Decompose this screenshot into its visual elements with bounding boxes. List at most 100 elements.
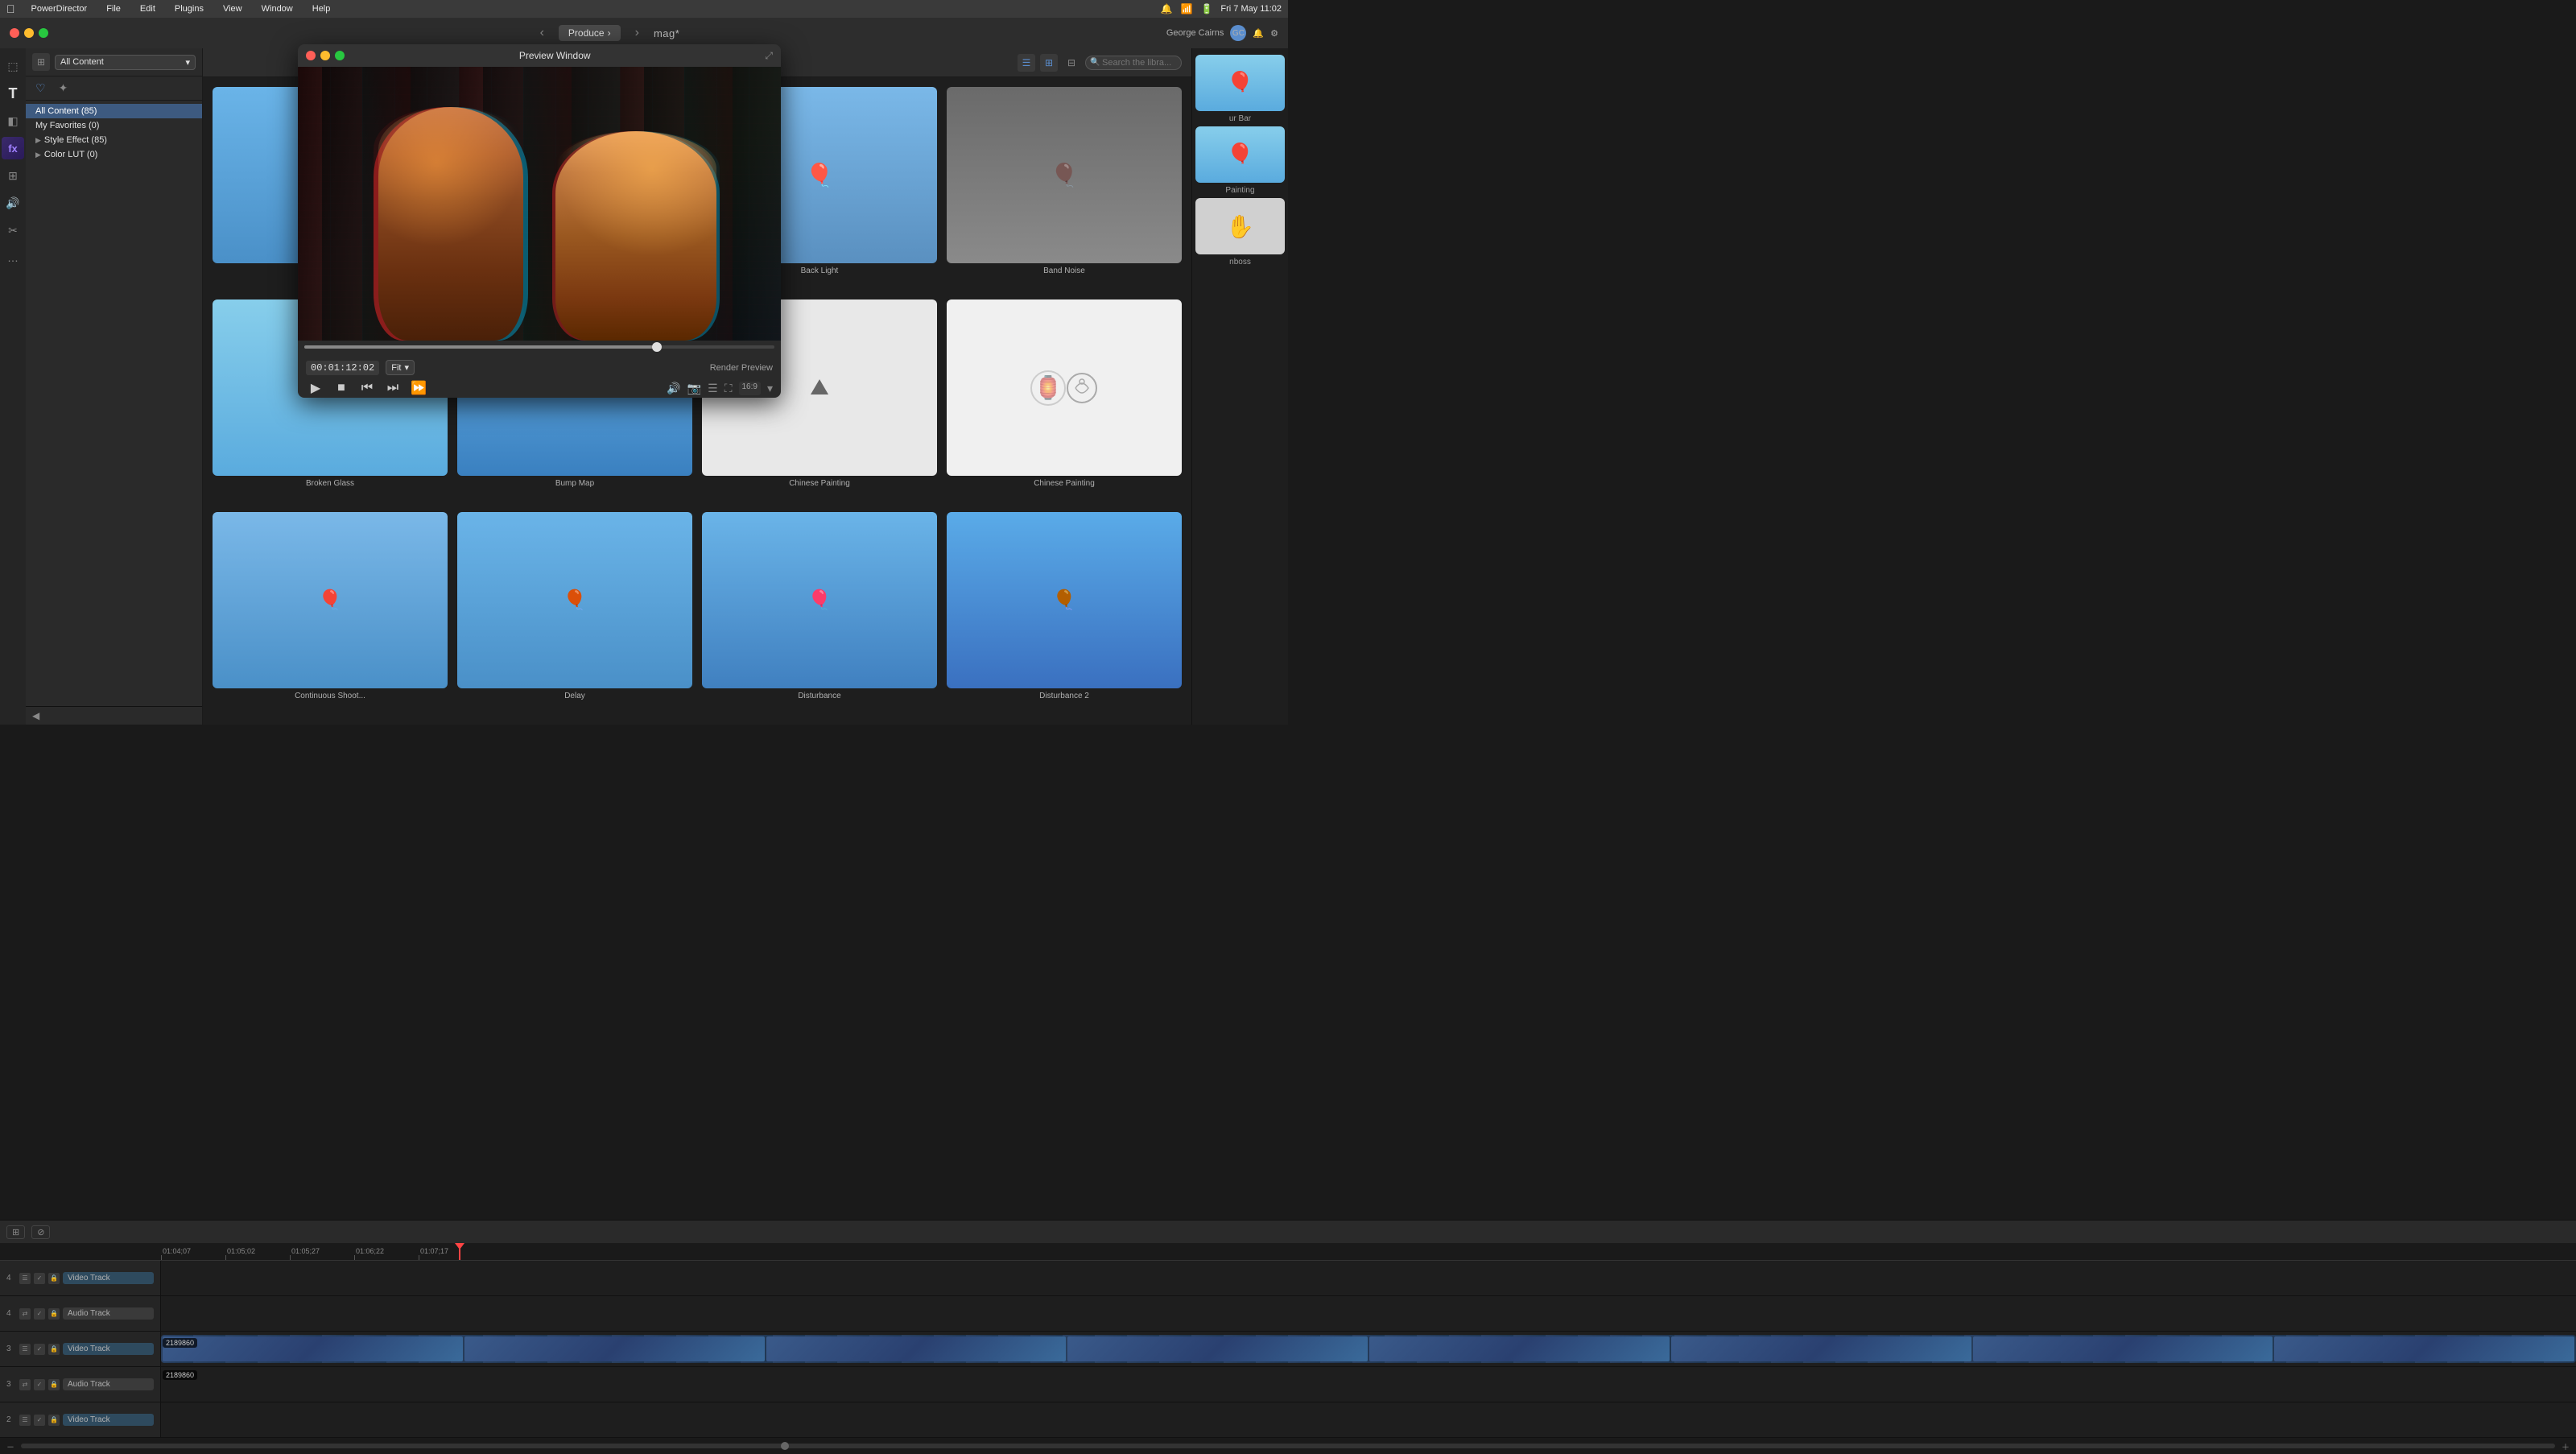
effect-continuousshoot[interactable]: Continuous Shoot...	[209, 509, 451, 718]
scrubber-thumb[interactable]	[652, 342, 662, 352]
settings-gear-icon[interactable]: ⚙	[1270, 28, 1278, 39]
preview-audio-icon[interactable]: 🔊	[667, 382, 680, 395]
track-4-audio-visible[interactable]: ✓	[34, 1308, 45, 1320]
track-2-video-lock[interactable]: 🔒	[48, 1415, 60, 1426]
effect-disturbance[interactable]: Disturbance	[699, 509, 940, 718]
preview-settings-icon[interactable]: ▾	[767, 382, 773, 395]
preview-scrubber[interactable]	[298, 341, 781, 357]
scrubber-track[interactable]	[304, 345, 774, 349]
menu-help[interactable]: Help	[309, 4, 334, 14]
stop-button[interactable]: ■	[332, 378, 351, 398]
maximize-button[interactable]	[39, 28, 48, 38]
zoom-track[interactable]	[21, 1444, 2555, 1448]
zoom-out-icon[interactable]: －	[6, 1440, 14, 1452]
minimize-button[interactable]	[24, 28, 34, 38]
render-preview-button[interactable]: Render Preview	[710, 363, 773, 373]
track-3-video-content[interactable]: 2189860	[161, 1332, 2576, 1366]
sidebar-icon-audio[interactable]: 🔊	[2, 192, 24, 214]
close-button[interactable]	[10, 28, 19, 38]
right-label-3: nboss	[1229, 258, 1251, 266]
right-effect-3[interactable]: nboss	[1195, 198, 1285, 266]
menu-view[interactable]: View	[220, 4, 246, 14]
track-3-video-expand[interactable]: ☰	[19, 1344, 31, 1355]
preview-maximize-button[interactable]	[335, 51, 345, 60]
sidebar-icon-text[interactable]: T	[2, 82, 24, 105]
next-frame-button[interactable]: ⏭	[383, 378, 402, 398]
content-filter-button[interactable]: ⊞	[32, 53, 50, 71]
preview-expand-button[interactable]: ⤢	[765, 50, 773, 62]
track-3-video-lock[interactable]: 🔒	[48, 1344, 60, 1355]
collapse-panel-button[interactable]: ◀	[32, 710, 39, 721]
sidebar-icon-fx[interactable]: fx	[2, 137, 24, 159]
track-4-video-visible[interactable]: ✓	[34, 1273, 45, 1284]
menu-edit[interactable]: Edit	[137, 4, 159, 14]
content-header: ⊞ All Content ▾	[26, 48, 202, 76]
grid-view-large-button[interactable]: ⊟	[1063, 54, 1080, 72]
preview-scene	[298, 67, 781, 341]
content-filter-dropdown[interactable]: All Content ▾	[55, 55, 196, 70]
track-3-video-label: Video Track	[63, 1343, 154, 1355]
menu-window[interactable]: Window	[258, 4, 296, 14]
track-3-video-visible[interactable]: ✓	[34, 1344, 45, 1355]
tree-item-all-content[interactable]: All Content (85)	[26, 104, 202, 118]
preview-minimize-button[interactable]	[320, 51, 330, 60]
menu-powerdirector[interactable]: PowerDirector	[28, 4, 91, 14]
sidebar-icon-overlay[interactable]: ◧	[2, 109, 24, 132]
ruler-label-3: 01:06;22	[354, 1247, 386, 1255]
track-4-audio-expand[interactable]: ⇄	[19, 1308, 31, 1320]
track-4-audio-lock[interactable]: 🔒	[48, 1308, 60, 1320]
track-3-audio-expand[interactable]: ⇄	[19, 1379, 31, 1390]
traffic-lights	[10, 28, 48, 38]
sidebar-icon-trim[interactable]: ✂	[2, 219, 24, 242]
effect-delay[interactable]: Delay	[454, 509, 696, 718]
track-4-video-lock[interactable]: 🔒	[48, 1273, 60, 1284]
sidebar-icon-transition[interactable]: ⊞	[2, 164, 24, 187]
fit-dropdown[interactable]: Fit ▾	[386, 360, 415, 375]
sidebar-icon-more[interactable]: …	[2, 246, 24, 269]
tab-all[interactable]: ✦	[56, 80, 72, 97]
back-button[interactable]: ‹	[535, 24, 549, 42]
search-input[interactable]	[1085, 56, 1182, 70]
effect-bandnoise[interactable]: Band Noise	[943, 84, 1185, 293]
track-3-audio-visible[interactable]: ✓	[34, 1379, 45, 1390]
effect-label-bumpmap: Bump Map	[555, 479, 594, 489]
forward-button[interactable]: ›	[630, 24, 644, 42]
ruler-mark-3: 01:06;22	[354, 1247, 419, 1260]
prev-frame-button[interactable]: ⏮	[357, 378, 377, 398]
track-4-audio-content	[161, 1296, 2576, 1331]
sidebar-icon-media[interactable]: ⬚	[2, 55, 24, 77]
menu-plugins[interactable]: Plugins	[171, 4, 207, 14]
preview-camera-icon[interactable]: 📷	[687, 382, 701, 395]
preview-close-button[interactable]	[306, 51, 316, 60]
track-4-video-expand[interactable]: ☰	[19, 1273, 31, 1284]
fast-forward-button[interactable]: ⏩	[409, 378, 428, 398]
menu-file[interactable]: File	[103, 4, 124, 14]
track-3-audio-label: Audio Track	[63, 1378, 154, 1390]
tree-item-color-lut[interactable]: ▶ Color LUT (0)	[26, 147, 202, 162]
apple-menu[interactable]: 	[6, 2, 15, 15]
produce-button[interactable]: Produce ›	[559, 25, 621, 41]
tree-item-favorites[interactable]: My Favorites (0)	[26, 118, 202, 133]
ruler-mark-2: 01:05;27	[290, 1247, 354, 1260]
ruler-label-4: 01:07;17	[419, 1247, 450, 1255]
notifications-icon[interactable]: 🔔	[1253, 28, 1264, 39]
zoom-in-icon[interactable]: ＋	[2562, 1440, 2570, 1452]
tree-item-style-effect[interactable]: ▶ Style Effect (85)	[26, 133, 202, 147]
user-avatar[interactable]: GC	[1230, 25, 1246, 41]
track-3-audio-lock[interactable]: 🔒	[48, 1379, 60, 1390]
effect-chinesepainting2[interactable]: Chinese Painting	[943, 296, 1185, 506]
grid-view-list-button[interactable]: ☰	[1018, 54, 1035, 72]
preview-captions-icon[interactable]: ☰	[708, 382, 718, 395]
right-effect-1[interactable]: ur Bar	[1195, 55, 1285, 123]
preview-fullscreen-icon[interactable]: ⛶	[724, 382, 733, 395]
right-effect-2[interactable]: Painting	[1195, 126, 1285, 195]
timeline-snap-button[interactable]: ⊞	[6, 1225, 25, 1239]
playhead[interactable]	[459, 1243, 460, 1260]
grid-view-grid-button[interactable]: ⊞	[1040, 54, 1058, 72]
timeline-marker-button[interactable]: ⊘	[31, 1225, 50, 1239]
effect-disturbance2[interactable]: Disturbance 2	[943, 509, 1185, 718]
track-2-video-expand[interactable]: ☰	[19, 1415, 31, 1426]
track-2-video-visible[interactable]: ✓	[34, 1415, 45, 1426]
tab-favorites[interactable]: ♡	[32, 80, 49, 97]
play-button[interactable]: ▶	[306, 378, 325, 398]
